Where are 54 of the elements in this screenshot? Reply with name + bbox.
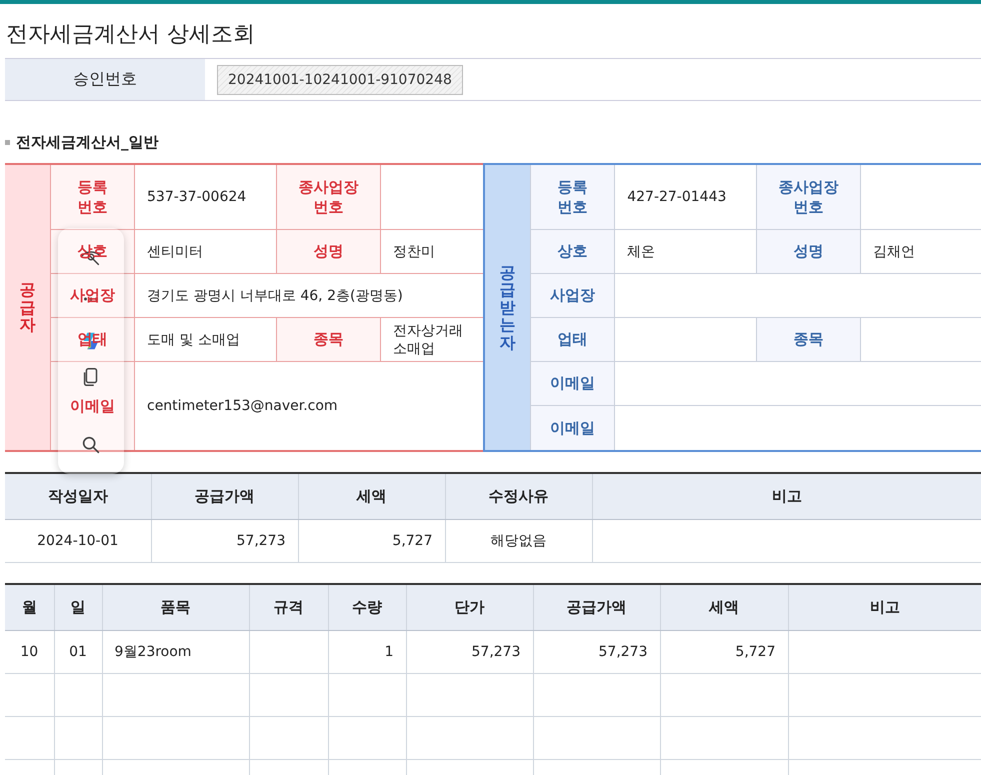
column-header: 비고 — [788, 584, 981, 630]
party-side-cell: 공급받는자 — [485, 165, 530, 450]
label-cell: 등록 번호 — [530, 165, 614, 230]
table-cell: 10 — [5, 630, 54, 674]
label-cell: 종사업장 번호 — [756, 165, 860, 230]
label-cell: 사업장 — [530, 274, 614, 318]
label-cell: 성명 — [756, 230, 860, 274]
label-cell: 종목 — [276, 318, 380, 362]
label-cell: 사업장 — [50, 274, 134, 318]
bullet-icon — [5, 140, 10, 144]
column-header: 수량 — [328, 584, 406, 630]
party-side-cell: 공급자 — [5, 165, 50, 450]
value-cell: centimeter153@naver.com — [134, 362, 484, 450]
column-header: 일 — [54, 584, 102, 630]
label-cell: 종목 — [756, 318, 860, 362]
label-cell: 등록 번호 — [50, 165, 134, 230]
label-cell: 이메일 — [530, 406, 614, 450]
label-cell: 이메일 — [530, 362, 614, 406]
table-cell: 해당없음 — [445, 520, 592, 562]
label-cell: 성명 — [276, 230, 380, 274]
value-cell: 전자상거래 소매업 — [380, 318, 484, 362]
table-cell: 1 — [328, 630, 406, 674]
section-title: 전자세금계산서_일반 — [16, 132, 158, 152]
column-header: 규격 — [249, 584, 328, 630]
table-cell: 5,727 — [298, 520, 445, 562]
column-header: 수정사유 — [445, 473, 592, 520]
label-cell: 업태 — [530, 318, 614, 362]
approval-number-field: 20241001-10241001-91070248 — [217, 65, 463, 95]
value-cell: 정찬미 — [380, 230, 484, 274]
table-cell: 57,273 — [406, 630, 533, 674]
label-cell: 이메일 — [50, 362, 134, 450]
table-cell: 01 — [54, 630, 102, 674]
column-header: 공급가액 — [533, 584, 660, 630]
empty-cell — [54, 674, 102, 716]
column-header: 단가 — [406, 584, 533, 630]
value-cell: 김채언 — [860, 230, 981, 274]
column-header: 세액 — [660, 584, 788, 630]
table-cell: 57,273 — [151, 520, 298, 562]
table-cell: 5,727 — [660, 630, 788, 674]
empty-cell — [54, 716, 102, 760]
table-cell: 9월23room — [102, 630, 249, 674]
column-header: 세액 — [298, 473, 445, 520]
column-header: 작성일자 — [5, 473, 151, 520]
column-header: 월 — [5, 584, 54, 630]
label-cell: 상호 — [530, 230, 614, 274]
table-cell: 57,273 — [533, 630, 660, 674]
page-title: 전자세금계산서 상세조회 — [6, 21, 256, 49]
label-cell: 종사업장 번호 — [276, 165, 380, 230]
column-header: 품목 — [102, 584, 249, 630]
column-header: 비고 — [592, 473, 981, 520]
search-icon[interactable] — [80, 434, 102, 456]
column-header: 공급가액 — [151, 473, 298, 520]
table-cell: 2024-10-01 — [5, 520, 151, 562]
field-label: 승인번호 — [5, 59, 205, 100]
